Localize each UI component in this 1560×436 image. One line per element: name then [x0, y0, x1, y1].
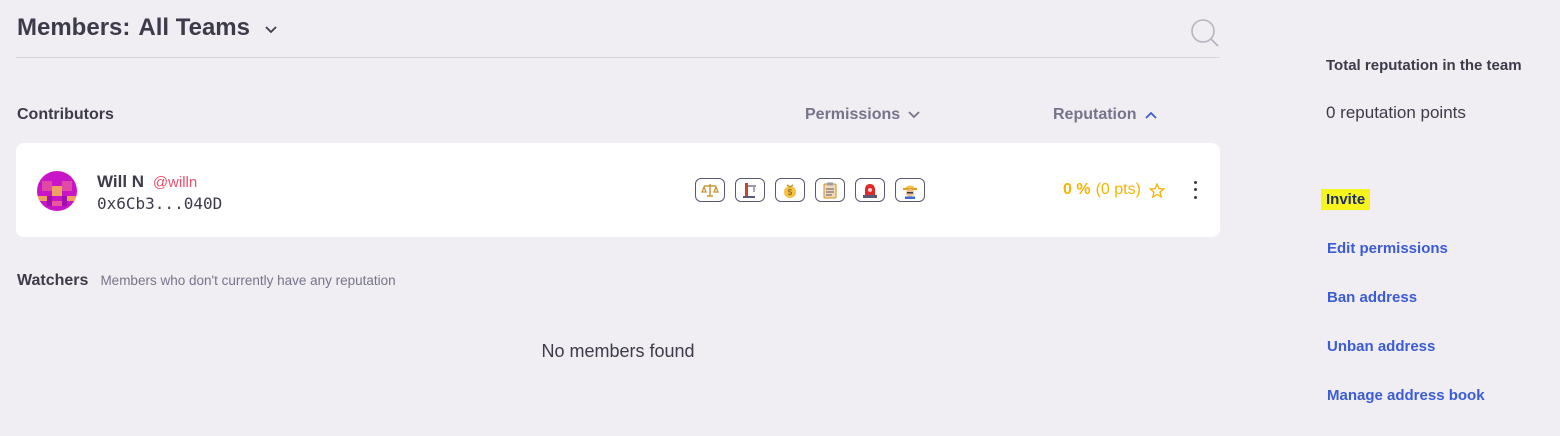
search-icon[interactable]	[1190, 18, 1220, 48]
watchers-section: Watchers Members who don't currently hav…	[17, 272, 396, 290]
chevron-down-icon	[908, 111, 920, 119]
chevron-up-icon	[1144, 111, 1157, 119]
page-title: Members:	[17, 14, 131, 41]
chevron-down-icon[interactable]	[264, 25, 278, 34]
ban-address-link[interactable]: Ban address	[1327, 289, 1417, 306]
avatar	[37, 171, 77, 211]
reputation-label: Reputation	[1053, 106, 1137, 123]
permissions-filter[interactable]: Permissions	[805, 106, 920, 124]
contributors-heading: Contributors	[17, 106, 114, 123]
star-icon	[1148, 182, 1165, 198]
member-row[interactable]: Will N @willn 0x6Cb3...040D $ 0 % (0 pts…	[16, 143, 1220, 237]
root-icon	[895, 178, 925, 202]
watchers-heading: Watchers	[17, 272, 89, 289]
page-header: Members: All Teams	[16, 0, 1220, 58]
administration-icon	[815, 178, 845, 202]
arbitration-icon	[695, 178, 725, 202]
team-name[interactable]: All Teams	[138, 14, 250, 42]
permission-icons: $	[695, 178, 935, 202]
edit-permissions-link[interactable]: Edit permissions	[1327, 240, 1448, 257]
watchers-description: Members who don't currently have any rep…	[100, 273, 396, 288]
empty-state-message: No members found	[541, 341, 695, 361]
member-name: Will N @willn	[97, 172, 197, 192]
more-options-icon[interactable]	[1188, 179, 1202, 201]
manage-address-book-link[interactable]: Manage address book	[1327, 387, 1485, 404]
recovery-icon	[855, 178, 885, 202]
svg-text:$: $	[788, 188, 793, 197]
member-address[interactable]: 0x6Cb3...040D	[97, 194, 222, 213]
reputation-sort[interactable]: Reputation	[1053, 106, 1157, 124]
member-reputation: 0 % (0 pts)	[1063, 181, 1165, 199]
reputation-points: (0 pts)	[1095, 181, 1141, 198]
funding-icon: $	[775, 178, 805, 202]
invite-link[interactable]: Invite	[1321, 189, 1371, 210]
team-selector[interactable]: Members: All Teams	[17, 14, 278, 42]
member-handle[interactable]: @willn	[153, 174, 197, 191]
total-reputation-value: 0 reputation points	[1326, 103, 1466, 122]
reputation-percent: 0 %	[1063, 181, 1091, 198]
total-reputation-heading: Total reputation in the team	[1326, 57, 1522, 74]
member-display-name: Will N	[97, 172, 145, 191]
permissions-label: Permissions	[805, 106, 901, 123]
unban-address-link[interactable]: Unban address	[1327, 338, 1435, 355]
architecture-icon	[735, 178, 765, 202]
